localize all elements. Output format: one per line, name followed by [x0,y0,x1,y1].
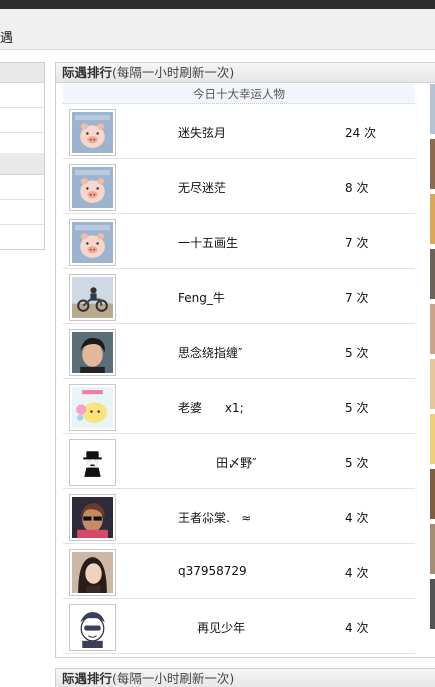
lucky-row: 迷失弦月 24 次 [63,104,415,159]
ranking-panel: 际遇排行(每隔一小时刷新一次) 今日十大幸运人物 迷失弦月 24 次无尽迷茫 8 次… [55,62,435,658]
ranking-panel-subtitle: (每隔一小时刷新一次) [112,65,235,80]
lucky-list-title: 今日十大幸运人物 [63,84,415,104]
user-avatar[interactable] [69,549,116,596]
user-avatar[interactable] [69,164,116,211]
ranking-panel-2-title: 际遇排行 [62,671,113,686]
lucky-count: 5 次 [345,401,369,415]
left-panel-header-2 [0,153,44,175]
user-name-link[interactable]: 老婆 x1; [178,399,244,416]
left-panel-row[interactable] [0,175,44,200]
user-name-link[interactable]: Feng_牛 [178,289,225,306]
avatar-image [72,442,113,483]
lucky-row: Feng_牛 7 次 [63,269,415,324]
top-dark-bar [0,0,435,9]
lucky-count: 4 次 [345,511,369,525]
user-name-link[interactable]: 王者尛棠. ≈ [178,509,251,526]
lucky-count: 8 次 [345,181,369,195]
lucky-row: 一十五画生 7 次 [63,214,415,269]
avatar-image [72,222,113,263]
user-name-link[interactable]: 迷失弦月 [178,124,226,141]
avatar-image [72,387,113,428]
lucky-row: 思念绕指缠″ 5 次 [63,324,415,379]
user-name-link[interactable]: 田〆野″ [178,454,257,471]
left-panel-header [0,63,44,83]
ranking-panel-2: 际遇排行(每隔一小时刷新一次) [55,668,435,687]
avatar-image [72,277,113,318]
lucky-row: q37958729 4 次 [63,544,415,599]
avatar-image [72,552,113,593]
lucky-list: 今日十大幸运人物 迷失弦月 24 次无尽迷茫 8 次一十五画生 7 次 Feng_牛 7 … [63,84,415,654]
left-sidebar-panel [0,62,45,250]
lucky-count: 7 次 [345,236,369,250]
user-name-link[interactable]: 一十五画生 [178,234,238,251]
left-panel-row[interactable] [0,83,44,108]
avatar-image [72,332,113,373]
user-avatar[interactable] [69,109,116,156]
ranking-panel-title: 际遇排行 [62,65,113,80]
right-neighbor-strip [430,84,435,654]
avatar-image [72,607,113,648]
user-avatar[interactable] [69,274,116,321]
lucky-row: 无尽迷茫 8 次 [63,159,415,214]
lucky-count: 4 次 [345,566,369,580]
avatar-image [72,112,113,153]
left-panel-row[interactable] [0,200,44,225]
lucky-count: 5 次 [345,346,369,360]
lucky-row: 田〆野″ 5 次 [63,434,415,489]
avatar-image [72,167,113,208]
title-bar: 遇 [0,9,435,50]
user-name-link[interactable]: q37958729 [178,564,247,578]
lucky-count: 24 次 [345,126,377,140]
lucky-row: 老婆 x1; 5 次 [63,379,415,434]
left-panel-row[interactable] [0,108,44,133]
user-avatar[interactable] [69,384,116,431]
lucky-count: 5 次 [345,456,369,470]
user-avatar[interactable] [69,604,116,651]
lucky-row: 再见少年 4 次 [63,599,415,654]
avatar-image [72,497,113,538]
lucky-count: 7 次 [345,291,369,305]
lucky-row: 王者尛棠. ≈ 4 次 [63,489,415,544]
ranking-panel-2-header: 际遇排行(每隔一小时刷新一次) [56,669,435,687]
user-name-link[interactable]: 思念绕指缠″ [178,344,242,361]
lucky-count: 4 次 [345,621,369,635]
user-avatar[interactable] [69,329,116,376]
lucky-rows: 迷失弦月 24 次无尽迷茫 8 次一十五画生 7 次 Feng_牛 7 次思念绕指缠″ 5 … [63,104,415,654]
user-avatar[interactable] [69,219,116,266]
title-bar-text: 遇 [0,31,14,46]
ranking-panel-2-subtitle: (每隔一小时刷新一次) [112,671,235,686]
user-avatar[interactable] [69,439,116,486]
user-name-link[interactable]: 无尽迷茫 [178,179,226,196]
user-avatar[interactable] [69,494,116,541]
ranking-panel-header: 际遇排行(每隔一小时刷新一次) [56,63,435,83]
user-name-link[interactable]: 再见少年 [178,619,245,636]
